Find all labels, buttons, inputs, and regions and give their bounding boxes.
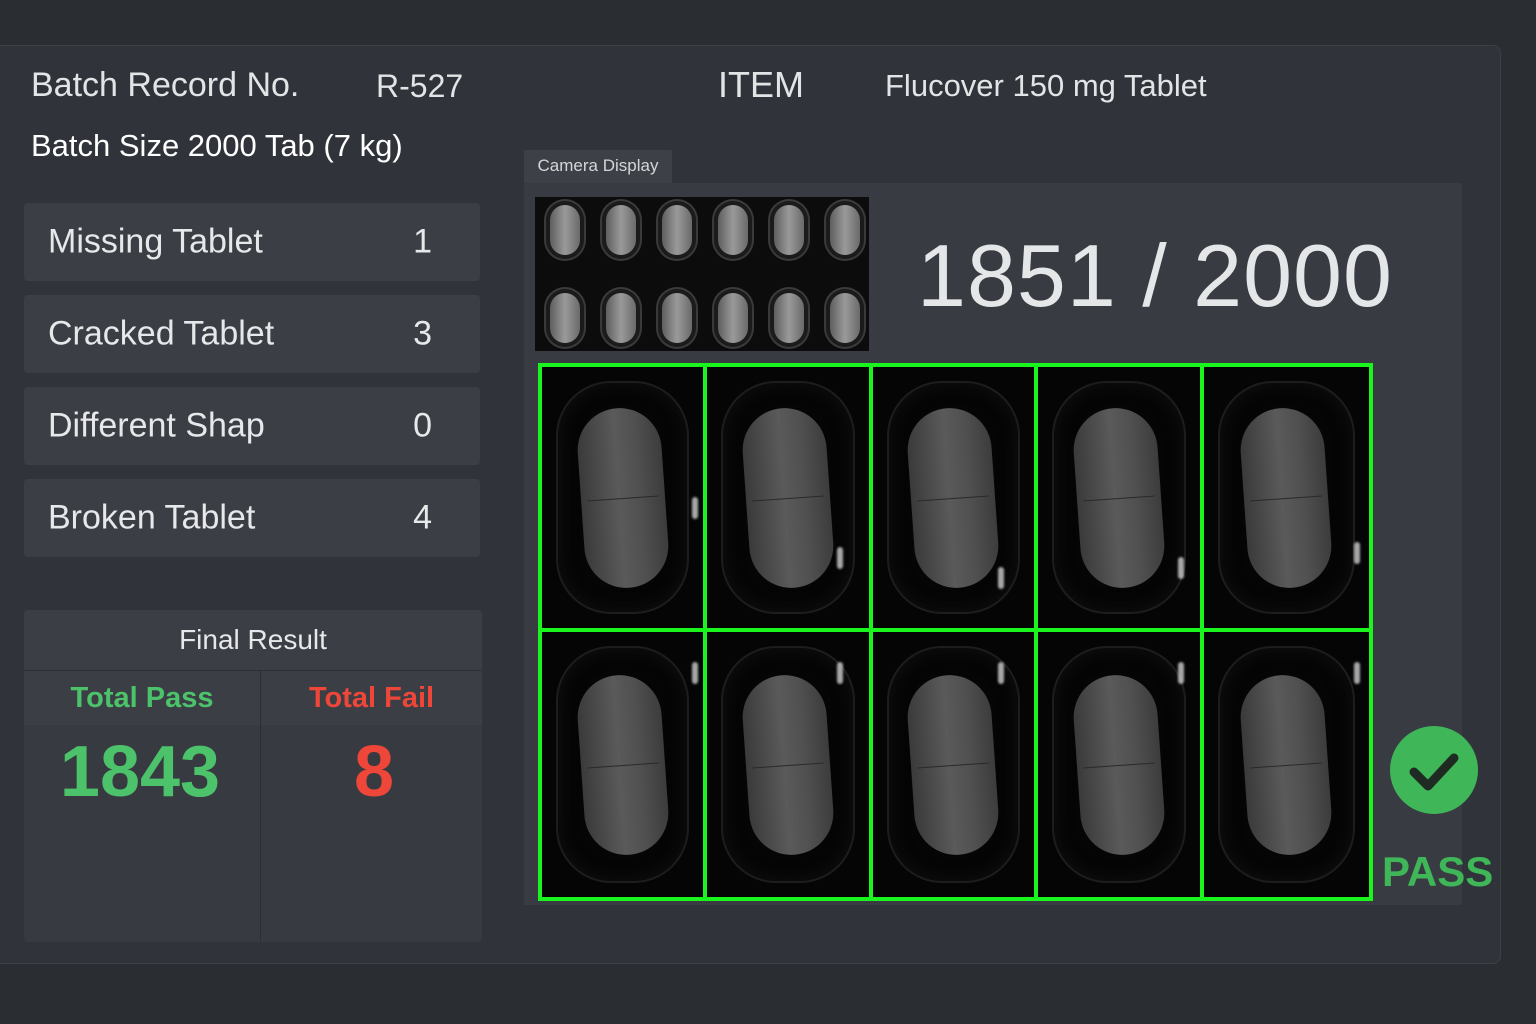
inspection-cell	[707, 632, 873, 897]
inspection-cell	[1038, 367, 1204, 632]
defect-label: Different Shap	[48, 406, 265, 445]
defect-count: 0	[413, 406, 432, 445]
inspection-cell	[1203, 632, 1369, 897]
batch-record-value: R-527	[376, 68, 464, 104]
tablet-image	[574, 404, 671, 591]
total-fail-label: Total Fail	[261, 671, 482, 725]
thumbnail-tablet	[830, 205, 860, 255]
thumbnail-tablet	[662, 293, 692, 343]
thumbnail-tablet	[662, 205, 692, 255]
tablet-inspection-grid	[538, 363, 1373, 901]
defect-label: Missing Tablet	[48, 222, 263, 261]
check-circle-icon	[1390, 726, 1478, 814]
defect-row-cracked: Cracked Tablet 3	[24, 295, 480, 373]
inspection-cell	[1038, 632, 1204, 897]
inspection-counter: 1851 / 2000	[917, 226, 1393, 325]
item-label: ITEM	[718, 64, 804, 105]
inspection-cell	[872, 367, 1039, 632]
light-glare	[1353, 542, 1360, 564]
light-glare	[692, 497, 698, 519]
tablet-image	[1070, 671, 1168, 858]
inspection-cell	[542, 632, 708, 897]
defect-row-broken: Broken Tablet 4	[24, 479, 480, 557]
light-glare	[1178, 557, 1185, 579]
tablet-image	[739, 404, 837, 591]
light-glare	[997, 662, 1004, 684]
thumbnail-tablet	[830, 293, 860, 343]
batch-size: Batch Size 2000 Tab (7 kg)	[31, 128, 403, 163]
tab-camera-display[interactable]: Camera Display	[524, 150, 672, 183]
thumbnail-tablet	[774, 293, 804, 343]
light-glare	[837, 547, 844, 569]
inspection-cell	[1203, 367, 1369, 632]
defect-label: Broken Tablet	[48, 498, 256, 537]
tablet-image	[739, 671, 837, 858]
final-result-title: Final Result	[24, 610, 482, 671]
defect-count: 3	[413, 314, 432, 353]
total-pass-label: Total Pass	[24, 671, 260, 725]
total-fail-column: Total Fail 8	[261, 671, 482, 942]
light-glare	[692, 662, 698, 684]
total-fail-value: 8	[354, 732, 395, 812]
blister-thumbnail	[535, 197, 869, 351]
batch-record-label: Batch Record No.	[31, 66, 300, 104]
defect-row-different-shape: Different Shap 0	[24, 387, 480, 465]
total-pass-value: 1843	[59, 732, 221, 812]
light-glare	[1178, 662, 1185, 684]
light-glare	[1353, 662, 1360, 684]
pass-status-label: PASS	[1382, 848, 1494, 895]
final-result-box: Final Result Total Pass 1843 Total Fail …	[24, 610, 482, 942]
total-pass-column: Total Pass 1843	[24, 671, 261, 942]
thumbnail-tablet	[718, 293, 748, 343]
tablet-image	[1238, 671, 1335, 858]
light-glare	[997, 567, 1004, 589]
inspection-cell	[707, 367, 873, 632]
thumbnail-tablet	[550, 293, 580, 343]
defect-count: 4	[413, 498, 432, 537]
tablet-image	[574, 671, 671, 858]
defect-count: 1	[413, 222, 432, 261]
tablet-image	[905, 671, 1002, 858]
item-value: Flucover 150 mg Tablet	[885, 68, 1207, 103]
defect-label: Cracked Tablet	[48, 314, 275, 353]
light-glare	[837, 662, 844, 684]
tablet-image	[1070, 404, 1168, 591]
defect-row-missing: Missing Tablet 1	[24, 203, 480, 281]
thumbnail-tablet	[718, 205, 748, 255]
thumbnail-tablet	[606, 293, 636, 343]
thumbnail-tablet	[550, 205, 580, 255]
inspection-cell	[542, 367, 708, 632]
tablet-image	[1238, 404, 1335, 591]
inspection-cell	[872, 632, 1039, 897]
thumbnail-tablet	[774, 205, 804, 255]
thumbnail-tablet	[606, 205, 636, 255]
tablet-image	[905, 404, 1002, 591]
